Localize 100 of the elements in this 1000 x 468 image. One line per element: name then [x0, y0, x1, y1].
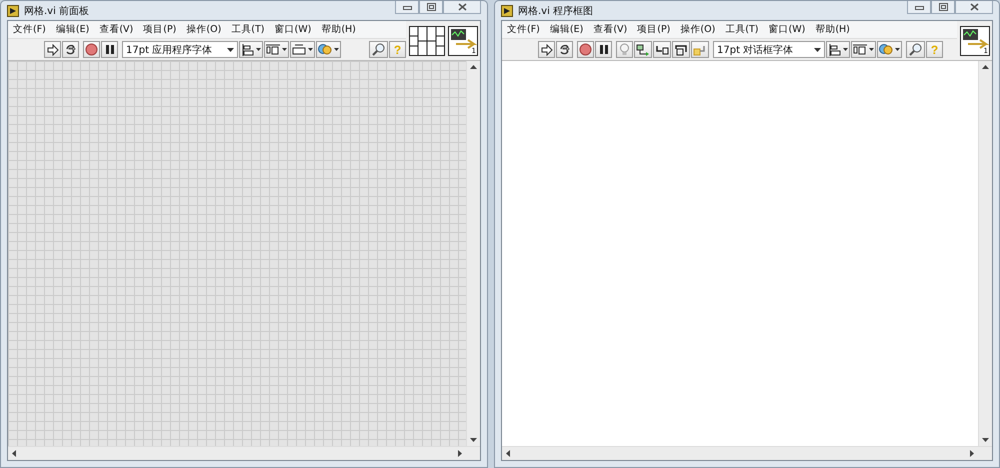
reorder-icon	[879, 43, 893, 56]
window-title: 网格.vi 程序框图	[518, 4, 594, 18]
menu-item[interactable]: 操作(O)	[186, 23, 222, 36]
search-button[interactable]	[906, 41, 925, 58]
arrow-button[interactable]	[44, 41, 61, 58]
pause-icon	[598, 44, 608, 55]
stop-button[interactable]	[577, 41, 594, 58]
loop-arrows-button[interactable]	[556, 41, 573, 58]
search-icon	[371, 43, 386, 56]
close-button[interactable]	[955, 1, 993, 14]
scroll-left-icon	[12, 450, 16, 457]
scroll-left-icon	[506, 450, 510, 457]
loop-arrows-icon	[558, 43, 571, 56]
loop-arrows-icon	[64, 43, 77, 56]
menu-item[interactable]: 查看(V)	[593, 23, 628, 36]
menu-item[interactable]: 文件(F)	[13, 23, 46, 36]
menu-item[interactable]: 工具(T)	[725, 23, 758, 36]
caret-icon	[227, 48, 234, 52]
help-icon: ?	[930, 44, 938, 56]
lightbulb-icon	[619, 43, 630, 56]
distribute-button[interactable]	[851, 41, 876, 58]
step-over-icon	[674, 44, 688, 56]
menu-item[interactable]: 文件(F)	[507, 23, 540, 36]
step-into-button[interactable]	[653, 41, 671, 58]
horizontal-scrollbar[interactable]	[502, 446, 992, 460]
stop-icon	[85, 43, 98, 56]
menu-item[interactable]: 帮助(H)	[321, 23, 356, 36]
maximize-button[interactable]	[931, 1, 955, 14]
reorder-icon	[318, 43, 332, 56]
align-button[interactable]	[826, 41, 850, 58]
scroll-right-icon	[458, 450, 462, 457]
caret-icon	[895, 48, 900, 51]
close-icon	[970, 3, 978, 11]
scroll-down-icon	[982, 438, 989, 442]
resize-icon	[292, 44, 306, 56]
horizontal-scrollbar[interactable]	[8, 446, 480, 460]
pause-icon	[104, 44, 114, 55]
arrow-icon	[540, 44, 552, 56]
vertical-scrollbar[interactable]	[466, 61, 480, 446]
menu-item[interactable]: 窗口(W)	[768, 23, 806, 36]
step-out-icon	[693, 44, 707, 56]
align-icon	[828, 44, 841, 56]
caret-icon	[869, 48, 874, 51]
loop-arrows-button[interactable]	[62, 41, 79, 58]
distribute-icon	[853, 44, 867, 56]
probe-button[interactable]	[634, 41, 652, 58]
scroll-up-icon	[982, 65, 989, 69]
window-title: 网格.vi 前面板	[24, 4, 90, 18]
search-button[interactable]	[369, 41, 388, 58]
menu-item[interactable]: 编辑(E)	[56, 23, 90, 36]
caret-icon	[282, 48, 287, 51]
pause-button[interactable]	[101, 41, 118, 58]
app-icon	[501, 4, 513, 16]
vi-icon[interactable]	[448, 26, 478, 56]
caret-icon	[334, 48, 339, 51]
search-icon	[908, 43, 923, 56]
reorder-button[interactable]	[316, 41, 341, 58]
menu-item[interactable]: 编辑(E)	[550, 23, 584, 36]
distribute-button[interactable]	[264, 41, 289, 58]
scroll-up-icon	[470, 65, 477, 69]
menu-item[interactable]: 项目(P)	[637, 23, 670, 36]
minimize-button[interactable]	[907, 1, 931, 14]
menu-item[interactable]: 操作(O)	[680, 23, 716, 36]
align-button[interactable]	[239, 41, 263, 58]
menu-item[interactable]: 窗口(W)	[274, 23, 312, 36]
caret-icon	[308, 48, 313, 51]
caret-icon	[843, 48, 848, 51]
maximize-button[interactable]	[419, 1, 443, 14]
align-icon	[241, 44, 254, 56]
minimize-button[interactable]	[395, 1, 419, 14]
arrow-button[interactable]	[538, 41, 555, 58]
connector-pane-icon[interactable]	[409, 26, 445, 56]
minimize-icon	[402, 4, 412, 10]
reorder-button[interactable]	[877, 41, 902, 58]
menu-item[interactable]: 项目(P)	[143, 23, 176, 36]
vertical-scrollbar[interactable]	[978, 61, 992, 446]
close-icon	[458, 3, 466, 11]
maximize-icon	[938, 3, 948, 11]
resize-button[interactable]	[290, 41, 315, 58]
menu-item[interactable]: 查看(V)	[99, 23, 134, 36]
step-over-button[interactable]	[672, 41, 690, 58]
pause-button[interactable]	[595, 41, 612, 58]
menu-item[interactable]: 工具(T)	[231, 23, 264, 36]
font-dropdown[interactable]: 17pt 应用程序字体	[122, 41, 238, 58]
distribute-icon	[266, 44, 280, 56]
minimize-icon	[914, 4, 924, 10]
step-into-icon	[655, 44, 669, 54]
scroll-right-icon	[970, 450, 974, 457]
app-icon	[7, 4, 19, 16]
maximize-icon	[426, 3, 436, 11]
caret-icon	[814, 48, 821, 52]
stop-button[interactable]	[83, 41, 100, 58]
probe-icon	[636, 44, 650, 56]
menu-item[interactable]: 帮助(H)	[815, 23, 850, 36]
stop-icon	[579, 43, 592, 56]
close-button[interactable]	[443, 1, 481, 14]
font-dropdown[interactable]: 17pt 对话框字体	[713, 41, 825, 58]
help-icon: ?	[394, 44, 402, 56]
vi-icon[interactable]	[960, 26, 990, 56]
arrow-icon	[46, 44, 58, 56]
